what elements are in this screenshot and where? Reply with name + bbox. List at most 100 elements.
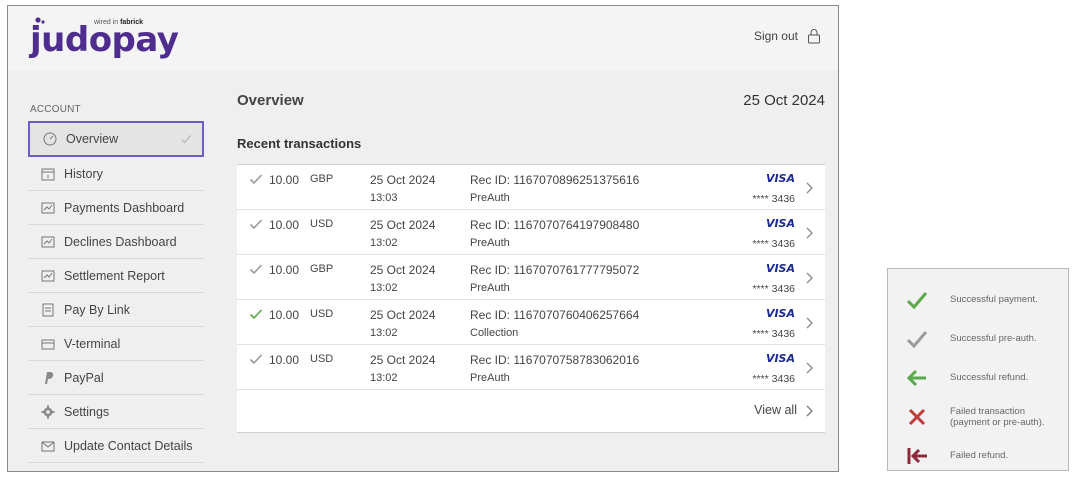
transaction-row[interactable]: 10.00 USD 25 Oct 2024 13:02 Rec ID: 11670707… xyxy=(237,345,825,390)
document-icon xyxy=(42,303,54,316)
legend-label: Successful payment. xyxy=(950,294,1038,305)
transaction-amount: 10.00 xyxy=(269,263,300,277)
sidebar-item-label: Declines Dashboard xyxy=(64,234,177,249)
visa-logo: VISA xyxy=(765,172,795,185)
judopay-logo[interactable]: judopay wired in fabrick xyxy=(30,16,179,66)
calendar-icon xyxy=(41,168,55,180)
sidebar-item-settings[interactable]: Settings xyxy=(28,395,204,429)
sidebar-item-update-contact-details[interactable]: Update Contact Details xyxy=(28,429,204,463)
signout-label: Sign out xyxy=(753,29,798,43)
card-number: **** 3436 xyxy=(752,193,795,205)
chevron-right-icon xyxy=(806,362,813,374)
transaction-type: PreAuth xyxy=(470,192,510,204)
check-grey-icon xyxy=(906,331,928,349)
transaction-row[interactable]: 10.00 GBP 25 Oct 2024 13:03 Rec ID: 11670708… xyxy=(237,165,825,210)
chevron-right-icon xyxy=(806,227,813,239)
legend-item: Failed refund. xyxy=(888,441,1068,471)
sidebar-item-declines-dashboard[interactable]: Declines Dashboard xyxy=(28,225,204,259)
view-all-link[interactable]: View all xyxy=(237,390,825,432)
transaction-amount: 10.00 xyxy=(269,173,300,187)
card-number: **** 3436 xyxy=(752,238,795,250)
chevron-right-icon xyxy=(806,272,813,284)
transaction-time: 13:03 xyxy=(370,192,398,204)
transaction-row[interactable]: 10.00 USD 25 Oct 2024 13:02 Rec ID: 11670707… xyxy=(237,300,825,345)
chevron-right-icon xyxy=(806,405,813,417)
card-number: **** 3436 xyxy=(752,283,795,295)
header: judopay wired in fabrick Sign out xyxy=(8,6,838,70)
gear-icon xyxy=(41,405,55,418)
transaction-row[interactable]: 10.00 USD 25 Oct 2024 13:02 Rec ID: 11670707… xyxy=(237,210,825,255)
lock-icon xyxy=(808,29,820,44)
visa-logo: VISA xyxy=(765,307,795,320)
transaction-date: 25 Oct 2024 xyxy=(370,308,436,322)
logo-text: judopay xyxy=(30,20,179,60)
view-all-label: View all xyxy=(754,403,797,417)
transaction-time: 13:02 xyxy=(370,237,398,249)
chevron-right-icon xyxy=(806,317,813,329)
recent-transactions-heading: Recent transactions xyxy=(237,136,362,151)
chevron-right-icon xyxy=(806,182,813,194)
legend-item: Successful refund. xyxy=(888,363,1068,393)
transaction-date: 25 Oct 2024 xyxy=(370,218,436,232)
transactions-table: 10.00 GBP 25 Oct 2024 13:03 Rec ID: 11670708… xyxy=(237,164,825,433)
legend-label: Successful refund. xyxy=(950,372,1029,383)
sidebar-item-label: Settings xyxy=(64,404,110,419)
sidebar-item-v-terminal[interactable]: V-terminal xyxy=(28,327,204,361)
paypal-icon xyxy=(45,371,54,384)
sidebar: ACCOUNT Overview History Payments Dashbo… xyxy=(28,104,204,463)
sidebar-item-label: History xyxy=(64,166,103,181)
visa-logo: VISA xyxy=(765,217,795,230)
transaction-rec-id: Rec ID: 1167070758783062016 xyxy=(470,353,640,367)
transaction-date: 25 Oct 2024 xyxy=(370,173,436,187)
sidebar-item-settlement-report[interactable]: Settlement Report xyxy=(28,259,204,293)
sidebar-item-history[interactable]: History xyxy=(28,157,204,191)
chart-icon xyxy=(41,202,55,213)
sidebar-item-label: Pay By Link xyxy=(64,302,131,317)
transaction-currency: USD xyxy=(310,308,334,320)
card-icon xyxy=(41,339,55,349)
transaction-amount: 10.00 xyxy=(269,353,300,367)
transaction-type: PreAuth xyxy=(470,237,510,249)
sidebar-item-pay-by-link[interactable]: Pay By Link xyxy=(28,293,204,327)
legend-label: Failed transaction (payment or pre-auth)… xyxy=(950,406,1045,428)
sidebar-item-label: Overview xyxy=(66,132,119,146)
transaction-currency: USD xyxy=(310,353,334,365)
chart-icon xyxy=(41,270,55,281)
signout-button[interactable]: Sign out xyxy=(754,28,822,44)
arrow-left-green-icon xyxy=(906,369,926,387)
sidebar-item-payments-dashboard[interactable]: Payments Dashboard xyxy=(28,191,204,225)
check-grey-icon xyxy=(249,219,263,230)
check-green-icon xyxy=(249,309,263,320)
transaction-row[interactable]: 10.00 GBP 25 Oct 2024 13:02 Rec ID: 11670707… xyxy=(237,255,825,300)
transaction-amount: 10.00 xyxy=(269,218,300,232)
sidebar-item-label: Update Contact Details xyxy=(64,438,193,453)
transaction-time: 13:02 xyxy=(370,327,398,339)
arrow-bar-left-red-icon xyxy=(907,448,927,464)
transaction-date: 25 Oct 2024 xyxy=(370,263,436,277)
card-number: **** 3436 xyxy=(752,328,795,340)
transaction-rec-id: Rec ID: 1167070764197908480 xyxy=(470,218,640,232)
transaction-type: Collection xyxy=(470,327,519,339)
chart-icon xyxy=(41,236,55,247)
visa-logo: VISA xyxy=(765,262,795,275)
logo-tagline: wired in fabrick xyxy=(94,19,144,26)
app-window: judopay wired in fabrick Sign out ACCOUN… xyxy=(7,5,839,472)
status-legend: Successful payment. Successful pre-auth.… xyxy=(887,268,1069,471)
sidebar-item-overview[interactable]: Overview xyxy=(28,121,204,157)
transaction-time: 13:02 xyxy=(370,372,398,384)
envelope-icon xyxy=(41,441,55,451)
transaction-time: 13:02 xyxy=(370,282,398,294)
gauge-icon xyxy=(43,132,57,146)
legend-label: Successful pre-auth. xyxy=(950,333,1037,344)
sidebar-item-label: PayPal xyxy=(64,370,104,385)
sidebar-item-label: V-terminal xyxy=(64,336,121,351)
check-icon xyxy=(181,135,191,144)
sidebar-item-paypal[interactable]: PayPal xyxy=(28,361,204,395)
transaction-currency: GBP xyxy=(310,173,334,185)
transaction-currency: USD xyxy=(310,218,334,230)
card-number: **** 3436 xyxy=(752,373,795,385)
page-date: 25 Oct 2024 xyxy=(743,92,825,109)
transaction-rec-id: Rec ID: 1167070896251375616 xyxy=(470,173,640,187)
sidebar-section-label: ACCOUNT xyxy=(30,104,81,115)
page-title: Overview xyxy=(237,92,304,109)
